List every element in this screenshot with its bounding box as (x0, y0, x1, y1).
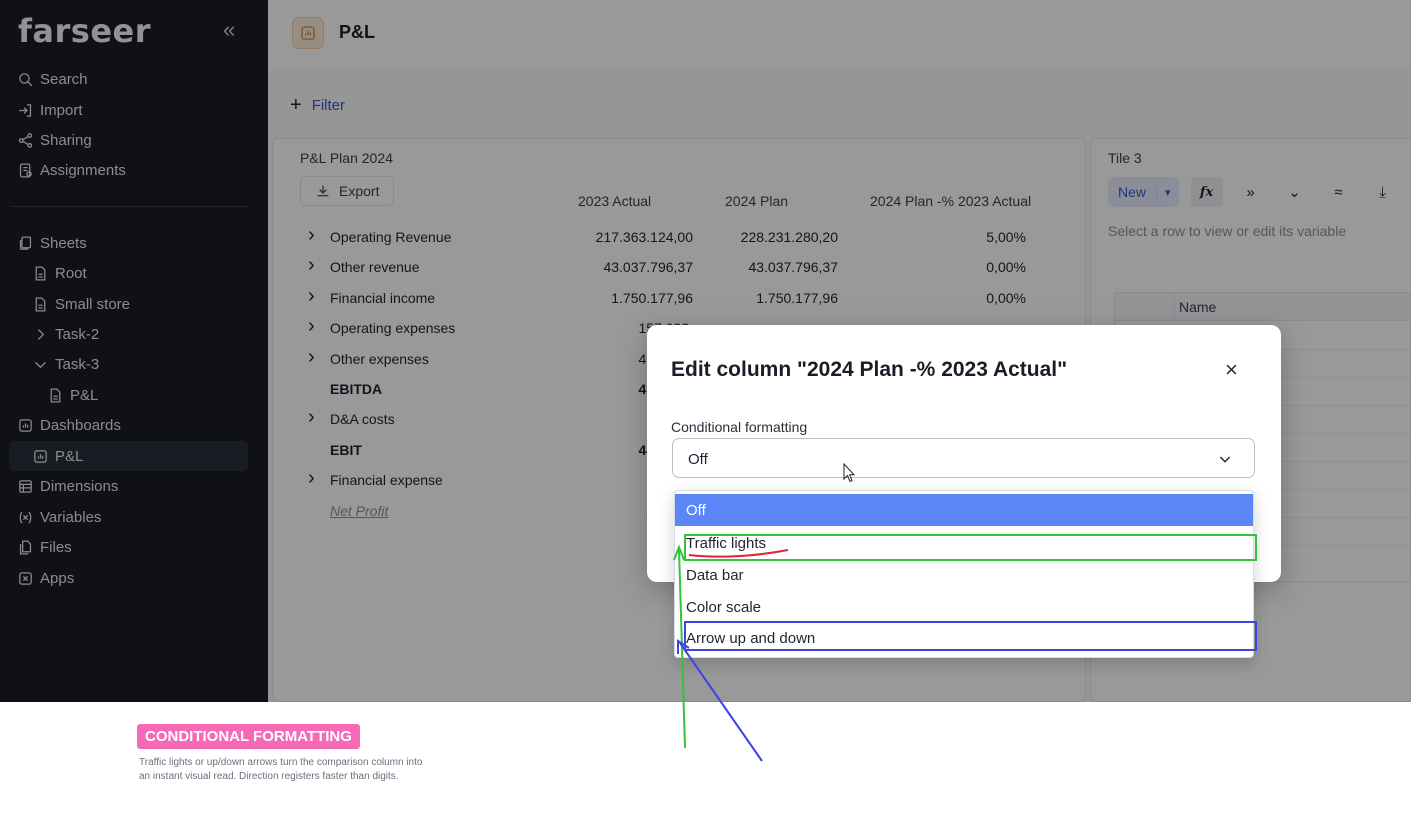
highlight-traffic-lights (684, 534, 1257, 561)
dialog-title: Edit column "2024 Plan -% 2023 Actual" (671, 358, 1068, 381)
option-data-bar[interactable]: Data bar (675, 559, 1253, 591)
chevron-down-icon (1219, 456, 1231, 463)
conditional-formatting-label: Conditional formatting (671, 419, 808, 435)
app-window: farseer « Search Import Sharing Assignme… (0, 0, 1411, 702)
close-icon[interactable]: × (1225, 359, 1238, 381)
annotation-tag: CONDITIONAL FORMATTING (137, 724, 360, 749)
annotation-caption-line-2: an instant visual read. Direction regist… (139, 771, 399, 782)
mouse-cursor-icon (843, 463, 855, 483)
selected-value: Off (688, 451, 708, 468)
screenshot-stage: farseer « Search Import Sharing Assignme… (0, 0, 1411, 831)
highlight-arrow-up-down (684, 621, 1257, 651)
annotation-caption-line-1: Traffic lights or up/down arrows turn th… (139, 757, 423, 768)
option-off[interactable]: Off (675, 494, 1253, 526)
conditional-formatting-select[interactable]: Off (672, 438, 1255, 478)
option-color-scale[interactable]: Color scale (675, 591, 1253, 623)
